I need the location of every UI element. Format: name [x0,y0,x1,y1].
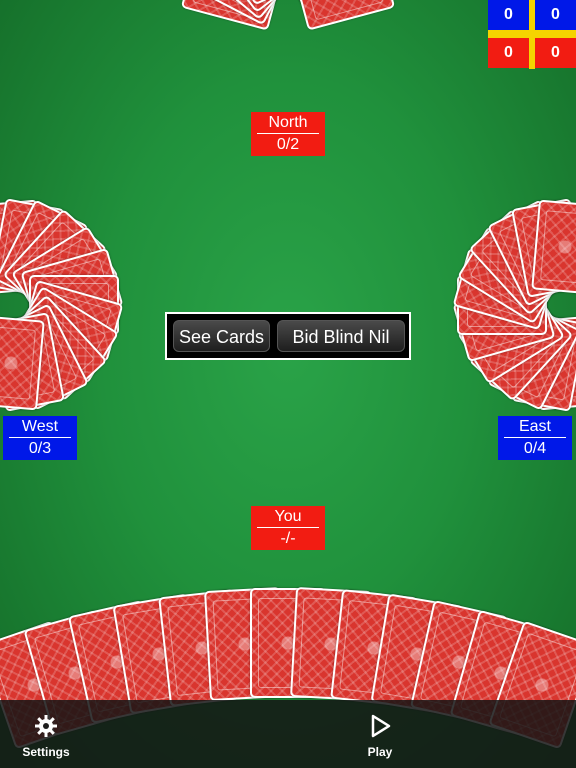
north-player-label: North 0/2 [251,112,325,156]
score-blue-left: 0 [488,0,529,30]
play-label: Play [367,745,393,759]
bid-blind-nil-button[interactable]: Bid Blind Nil [277,320,405,352]
east-bid-score: 0/4 [523,440,547,457]
score-red-right: 0 [535,38,576,68]
west-bid-score: 0/3 [28,440,52,457]
scoreboard-divider-v [529,0,535,69]
west-name: West [9,416,71,438]
scoreboard: 0 0 0 0 [488,0,576,69]
play-button[interactable]: Play [340,700,420,768]
see-cards-button[interactable]: See Cards [173,320,270,352]
score-blue-right: 0 [535,0,576,30]
north-name: North [257,112,319,134]
east-name: East [504,416,566,438]
west-card-back [0,315,45,411]
play-icon [371,714,391,738]
east-card-back [531,199,576,295]
settings-label: Settings [22,745,70,759]
you-bid-score: -/- [280,530,296,547]
score-red-left: 0 [488,38,529,68]
bottom-toolbar: Settings Play [0,700,576,768]
north-bid-score: 0/2 [276,136,300,153]
gear-icon [35,715,57,737]
you-name: You [257,506,319,528]
north-card-back [292,0,396,31]
east-player-label: East 0/4 [498,416,572,460]
settings-button[interactable]: Settings [6,700,86,768]
you-player-label: You -/- [251,506,325,550]
west-player-label: West 0/3 [3,416,77,460]
bid-panel: See Cards Bid Blind Nil [165,312,411,360]
